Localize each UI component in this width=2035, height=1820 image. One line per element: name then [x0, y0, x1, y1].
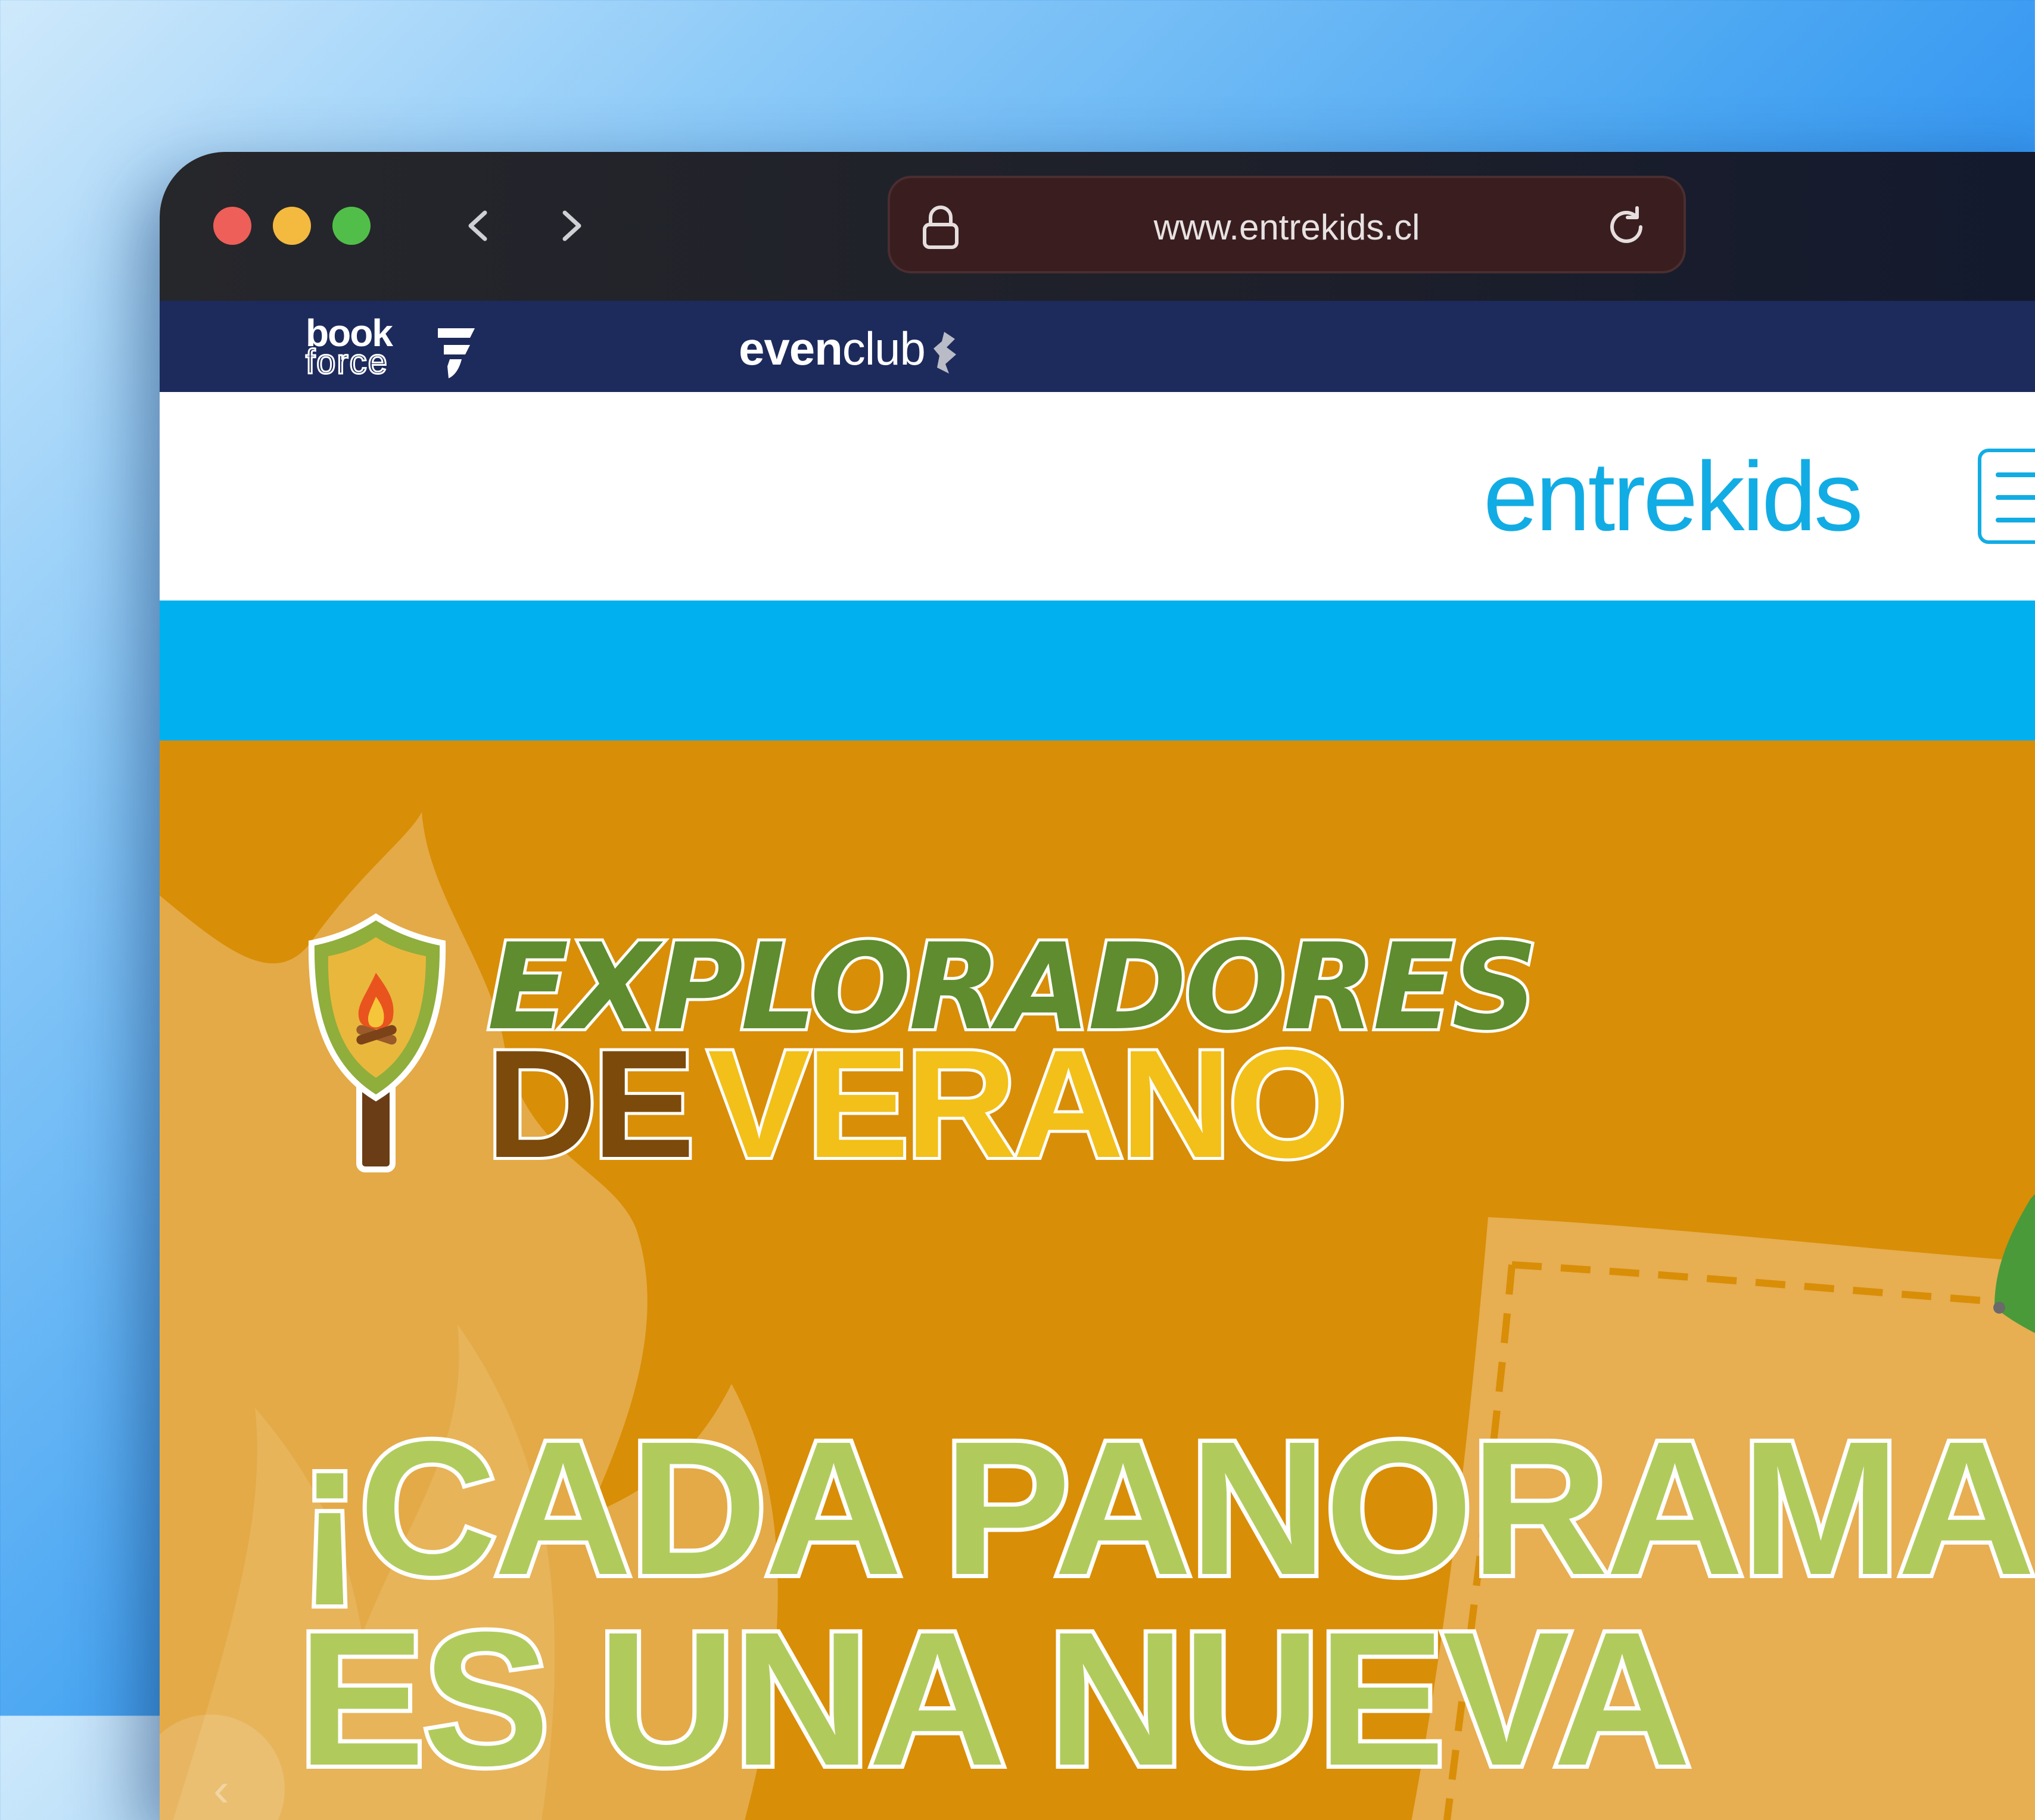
address-bar[interactable]: www.entrekids.cl	[888, 176, 1686, 273]
minimize-window-button[interactable]	[273, 207, 311, 245]
hamburger-menu-icon	[1996, 472, 2035, 477]
evenclub-logo-text-1: even	[739, 322, 843, 375]
browser-titlebar: www.entrekids.cl	[160, 152, 2035, 301]
hero-headline: ¡CADA PANORAMA ES UNA NUEVA	[294, 1401, 2035, 1805]
campaign-title-de: DE	[483, 1018, 698, 1190]
url-text: www.entrekids.cl	[1153, 207, 1420, 247]
hero-carousel: EXPLORADORES DE VERANO ¡CADA PANORAMA ES…	[160, 741, 2035, 1820]
campfire-badge-icon	[308, 913, 446, 1172]
zoom-window-button[interactable]	[332, 207, 371, 245]
bookforce-logo-text-2: force	[305, 343, 388, 381]
evenclub-logo-text-2: club	[842, 322, 926, 375]
evenclub-logo-link[interactable]: evenclub	[739, 319, 960, 378]
back-button[interactable]	[458, 204, 499, 247]
menu-line	[1996, 495, 2035, 500]
bookforce-mark-icon	[438, 328, 475, 378]
partner-brands-bar: book force evenclub	[160, 301, 2035, 392]
blue-banner-band	[160, 601, 2035, 741]
evenclub-mark-icon	[933, 332, 956, 374]
close-window-button[interactable]	[213, 207, 251, 245]
campaign-title-verano: VERANO	[705, 1018, 1351, 1190]
chevron-left-icon: ‹	[213, 1763, 229, 1816]
hamburger-menu-button[interactable]	[1978, 449, 2035, 544]
site-header: entrekids	[160, 392, 2035, 601]
browser-window: www.entrekids.cl book force evenclub ent…	[160, 152, 2035, 1820]
bookforce-logo-link[interactable]: book force	[305, 314, 484, 384]
chevron-left-icon	[468, 210, 487, 241]
entrekids-logo[interactable]: entrekids	[1483, 446, 1863, 547]
forward-button[interactable]	[550, 204, 592, 247]
reload-icon[interactable]	[1604, 204, 1649, 250]
menu-line	[1996, 518, 2035, 522]
chevron-right-icon	[562, 210, 581, 241]
